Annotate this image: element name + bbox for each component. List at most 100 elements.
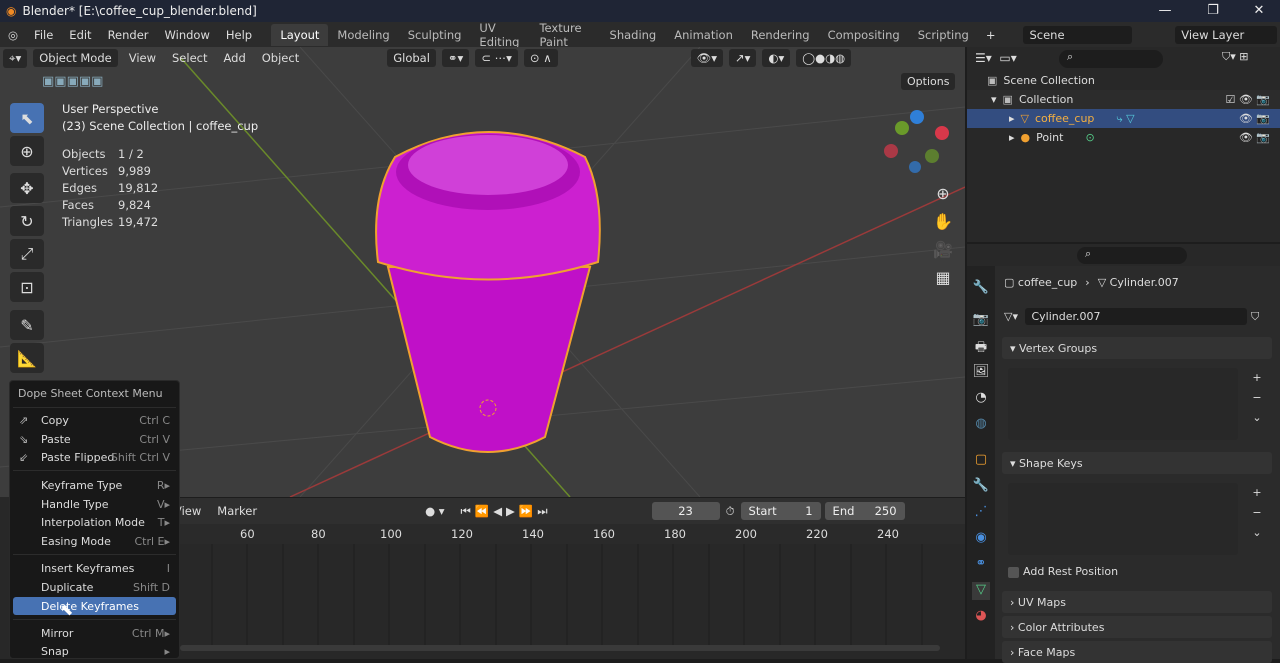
camera-icon[interactable]: 🎥: [930, 236, 956, 264]
annotate-tool-icon[interactable]: ✎: [10, 310, 44, 340]
shape-keys-list[interactable]: [1008, 483, 1238, 555]
visibility-toggles[interactable]: 👁 📷: [1239, 131, 1270, 144]
menu-item-copy[interactable]: ⇗ Copy Ctrl C: [13, 411, 176, 429]
material-tab-icon[interactable]: ◕: [972, 608, 990, 626]
transform-tool-icon[interactable]: ⊡: [10, 272, 44, 302]
tab-scripting[interactable]: Scripting: [909, 24, 978, 46]
menu-select[interactable]: Select: [164, 51, 215, 65]
panel-face-maps[interactable]: › Face Maps: [1002, 641, 1272, 663]
properties-search-input[interactable]: ⌕: [1077, 247, 1187, 264]
snap-icon[interactable]: ⊂ ⋯▾: [475, 49, 518, 67]
panel-color-attributes[interactable]: › Color Attributes: [1002, 616, 1272, 638]
menu-object[interactable]: Object: [254, 51, 307, 65]
scene-tab-icon[interactable]: ◔: [972, 390, 990, 408]
menu-item-insert-keyframes[interactable]: Insert Keyframes I: [13, 559, 176, 577]
cursor-tool-icon[interactable]: ⊕: [10, 136, 44, 166]
outliner-row-point[interactable]: ▸ ● Point ⊙ 👁 📷: [967, 128, 1280, 147]
menu-item-easing-mode[interactable]: Easing Mode Ctrl E▸: [13, 532, 176, 550]
menu-file[interactable]: File: [26, 28, 61, 42]
select-box-tool-icon[interactable]: ⬉: [10, 103, 44, 133]
modifier-tab-icon[interactable]: 🔧: [972, 478, 990, 496]
playback-controls[interactable]: ⏮⏪◀▶⏩⏭: [461, 504, 552, 519]
view-layer-selector[interactable]: View Layer: [1175, 25, 1277, 44]
tab-sculpting[interactable]: Sculpting: [399, 24, 471, 46]
outliner-search-input[interactable]: ⌕: [1059, 50, 1163, 68]
tab-shading[interactable]: Shading: [601, 24, 666, 46]
mesh-data-selector[interactable]: ▽▾ Cylinder.007 ⛉: [1004, 308, 1259, 325]
outliner-row-collection[interactable]: ▾ ▣ Collection ☑ 👁 📷: [967, 90, 1280, 109]
vertex-groups-list[interactable]: [1008, 368, 1238, 440]
grid-icon[interactable]: ▦: [930, 264, 956, 292]
mesh-name-field[interactable]: Cylinder.007: [1025, 308, 1248, 325]
visibility-icon[interactable]: 👁▾: [690, 49, 723, 67]
menu-add[interactable]: Add: [215, 51, 253, 65]
visibility-toggles[interactable]: ☑ 👁 📷: [1225, 93, 1270, 106]
output-tab-icon[interactable]: 🖶: [972, 338, 990, 356]
view-layer-tab-icon[interactable]: 🖼: [972, 364, 990, 382]
tab-animation[interactable]: Animation: [665, 24, 742, 46]
menu-item-duplicate[interactable]: Duplicate Shift D: [13, 578, 176, 596]
add-rest-position-checkbox[interactable]: Add Rest Position: [1008, 565, 1118, 578]
outliner-row-coffee-cup[interactable]: ▸ ▽ coffee_cup ⤷ ▽ 👁 📷: [967, 109, 1280, 128]
menu-render[interactable]: Render: [100, 28, 157, 42]
vertex-group-buttons[interactable]: + − ⌄: [1250, 368, 1264, 428]
menu-edit[interactable]: Edit: [61, 28, 99, 42]
data-tab-icon[interactable]: ▽: [972, 582, 990, 600]
shape-key-buttons[interactable]: + − ⌄: [1250, 483, 1264, 543]
add-workspace-button[interactable]: +: [978, 28, 1004, 42]
particles-tab-icon[interactable]: ⋰: [972, 504, 990, 522]
fake-user-icon[interactable]: ⛉: [1251, 310, 1259, 323]
tab-layout[interactable]: Layout: [271, 23, 329, 46]
menu-window[interactable]: Window: [157, 28, 218, 42]
tool-tab-icon[interactable]: 🔧: [972, 280, 990, 298]
frame-ruler[interactable]: 60 80 100 120 140 160 180 200 220 240: [180, 524, 965, 544]
outliner[interactable]: ☰▾ ▭▾ ⌕ ⛉▾ ⊞ ▣ Scene Collection ▾ ▣ Collec…: [967, 47, 1280, 242]
mode-dropdown[interactable]: Object Mode: [33, 49, 118, 67]
proportional-edit-icon[interactable]: ⊙ ∧: [523, 49, 558, 67]
menu-item-handle-type[interactable]: Handle Type V▸: [13, 495, 176, 513]
gizmo-icon[interactable]: ↗▾: [729, 49, 757, 67]
scene-selector[interactable]: Scene: [1023, 25, 1133, 44]
end-frame-field[interactable]: End 250: [824, 502, 905, 520]
pan-hand-icon[interactable]: ✋: [930, 208, 956, 236]
menu-item-mirror[interactable]: Mirror Ctrl M▸: [13, 624, 176, 642]
record-button[interactable]: ● ▾: [425, 504, 444, 518]
measure-tool-icon[interactable]: 📐: [10, 343, 44, 373]
tab-compositing[interactable]: Compositing: [819, 24, 909, 46]
menu-item-snap[interactable]: Snap ▸: [13, 642, 176, 660]
panel-vertex-groups[interactable]: ▾ Vertex Groups: [1002, 337, 1272, 359]
options-button[interactable]: Options: [901, 73, 956, 90]
timeline-menu-marker[interactable]: Marker: [209, 504, 265, 518]
world-tab-icon[interactable]: ◍: [972, 416, 990, 434]
menu-item-keyframe-type[interactable]: Keyframe Type R▸: [13, 476, 176, 494]
shading-modes[interactable]: ◯●◑◍: [796, 49, 852, 67]
scale-tool-icon[interactable]: ⤢: [10, 239, 44, 269]
object-tab-icon[interactable]: ▢: [972, 452, 990, 470]
minimize-button[interactable]: —: [1142, 0, 1188, 22]
viewport-nav-buttons[interactable]: ⊕ ✋ 🎥 ▦: [930, 180, 956, 292]
menu-item-paste-flipped[interactable]: ⇙ Paste Flipped Shift Ctrl V: [13, 448, 176, 466]
panel-shape-keys[interactable]: ▾ Shape Keys: [1002, 452, 1272, 474]
filter-icon[interactable]: ⛉▾ ⊞: [1222, 50, 1249, 64]
overlay-icon[interactable]: ◐▾: [762, 49, 791, 67]
pivot-icon[interactable]: ⚭▾: [441, 49, 470, 67]
physics-tab-icon[interactable]: ◉: [972, 530, 990, 548]
menu-item-interpolation-mode[interactable]: Interpolation Mode T▸: [13, 513, 176, 531]
tab-modeling[interactable]: Modeling: [328, 24, 398, 46]
rotate-tool-icon[interactable]: ↻: [10, 206, 44, 236]
menu-item-paste[interactable]: ⇘ Paste Ctrl V: [13, 430, 176, 448]
maximize-button[interactable]: ❐: [1190, 0, 1236, 22]
editor-type-button[interactable]: ⌖▾: [3, 48, 28, 68]
close-button[interactable]: ✕: [1236, 0, 1280, 22]
menu-help[interactable]: Help: [218, 28, 260, 42]
start-frame-field[interactable]: Start 1: [740, 502, 821, 520]
select-mode-icons[interactable]: ▣▣▣▣▣: [42, 74, 103, 89]
orientation-dropdown[interactable]: Global: [387, 49, 436, 67]
panel-uv-maps[interactable]: › UV Maps: [1002, 591, 1272, 613]
stopwatch-icon[interactable]: ⏱: [726, 504, 735, 519]
menu-view[interactable]: View: [121, 51, 164, 65]
render-tab-icon[interactable]: 📷: [972, 312, 990, 330]
zoom-icon[interactable]: ⊕: [930, 180, 956, 208]
current-frame-field[interactable]: 23: [651, 502, 720, 520]
constraints-tab-icon[interactable]: ⚭: [972, 556, 990, 574]
